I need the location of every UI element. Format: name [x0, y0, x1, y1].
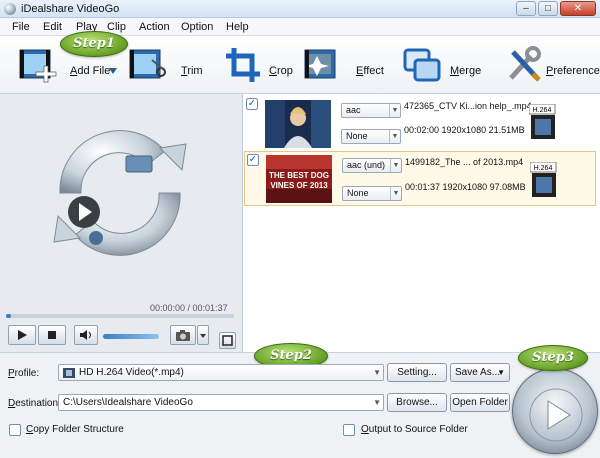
trim-label: Trim [181, 65, 203, 77]
copy-folder-label: Copy Folder Structure [26, 424, 124, 435]
add-file-icon [19, 49, 57, 83]
effect-button[interactable]: Effect [303, 42, 385, 90]
output-source-checkbox[interactable] [343, 424, 355, 436]
close-icon[interactable]: ✕ [560, 1, 596, 16]
chevron-down-icon: ▼ [389, 130, 400, 143]
crop-button[interactable]: Crop [224, 42, 296, 90]
subtitle-select[interactable]: None ▼ [341, 129, 401, 144]
merge-label: Merge [450, 65, 482, 77]
effect-label: Effect [356, 65, 384, 77]
file-name: 1499182_The ... of 2013.mp4 [405, 157, 524, 167]
destination-value: C:\Users\Idealshare VideoGo [63, 397, 193, 408]
save-as-label: Save As... [455, 367, 501, 378]
browse-button[interactable]: Browse... [387, 393, 447, 412]
chevron-down-icon: ▼ [373, 398, 381, 407]
setting-button[interactable]: Setting... [387, 363, 447, 382]
audio-track-value: aac [346, 105, 361, 115]
play-icon [18, 330, 27, 340]
snapshot-dropdown[interactable] [197, 325, 209, 345]
stop-button[interactable] [38, 325, 66, 345]
svg-text:VINES OF 2013: VINES OF 2013 [270, 181, 328, 190]
chevron-down-icon: ▼ [389, 104, 400, 117]
video-thumbnail [265, 100, 331, 148]
save-as-button[interactable]: Save As... ▼ [450, 363, 510, 382]
window-title: iDealshare VideoGo [21, 3, 120, 15]
profile-select[interactable]: HD H.264 Video(*.mp4) ▼ [58, 364, 384, 381]
file-checkbox[interactable]: ✓ [246, 98, 258, 110]
stop-icon [48, 331, 56, 339]
subtitle-value: None [346, 131, 368, 141]
video-thumbnail: THE BEST DOG VINES OF 2013 [266, 155, 332, 203]
svg-text:H.264: H.264 [533, 107, 552, 114]
menu-help[interactable]: Help [226, 21, 249, 33]
destination-label: Destination: [8, 398, 61, 409]
volume-slider[interactable] [103, 334, 159, 339]
chevron-down-icon [200, 334, 206, 338]
merge-button[interactable]: Merge [403, 42, 481, 90]
profile-label: Profile: [8, 368, 40, 379]
step1-badge: Step1 [60, 31, 128, 57]
chevron-down-icon: ▼ [497, 368, 505, 377]
merge-icon [403, 48, 441, 82]
chevron-down-icon: ▼ [390, 187, 401, 200]
play-arrow-icon [529, 388, 583, 442]
open-folder-button[interactable]: Open Folder [450, 393, 510, 412]
file-info: 00:02:00 1920x1080 21.51MB [404, 125, 525, 135]
menu-clip[interactable]: Clip [107, 21, 126, 33]
app-icon [4, 3, 16, 15]
profile-value: HD H.264 Video(*.mp4) [79, 367, 184, 378]
fullscreen-icon [222, 335, 233, 346]
step3-badge: Step3 [518, 345, 588, 371]
trim-button[interactable]: Trim [128, 42, 208, 90]
destination-input[interactable]: C:\Users\Idealshare VideoGo ▼ [58, 394, 384, 411]
file-checkbox[interactable]: ✓ [247, 154, 259, 166]
convert-button[interactable] [512, 368, 598, 454]
subtitle-value: None [347, 188, 369, 198]
film-icon [63, 368, 75, 378]
subtitle-select[interactable]: None ▼ [342, 186, 402, 201]
crop-label: Crop [269, 65, 293, 77]
h264-codec-icon: H.264 [530, 162, 557, 197]
copy-folder-checkbox[interactable] [9, 424, 21, 436]
seek-progress [6, 314, 11, 318]
crop-icon [226, 48, 260, 82]
file-info: 00:01:37 1920x1080 97.08MB [405, 182, 526, 192]
menu-file[interactable]: File [12, 21, 30, 33]
fullscreen-button[interactable] [219, 332, 236, 349]
preference-button[interactable]: Preference [505, 42, 600, 90]
file-name: 472365_CTV Ki...ion help_.mp4 [404, 101, 532, 111]
speaker-icon [80, 330, 91, 340]
svg-text:THE BEST DOG: THE BEST DOG [269, 171, 329, 180]
timecode: 00:00:00 / 00:01:37 [150, 303, 228, 313]
wrench-screwdriver-icon [509, 46, 541, 82]
videogo-logo-icon [53, 130, 187, 256]
effect-icon [304, 49, 336, 79]
maximize-icon[interactable]: □ [538, 1, 558, 16]
camera-icon [176, 330, 190, 341]
file-row[interactable]: ✓ THE BEST DOG VINES OF 2013 aac (und) ▼… [244, 151, 596, 206]
chevron-down-icon: ▼ [373, 368, 381, 377]
trim-icon [129, 49, 166, 79]
svg-text:H.264: H.264 [534, 165, 553, 172]
chevron-down-icon[interactable] [109, 68, 117, 74]
title-bar: iDealshare VideoGo – □ ✕ [0, 0, 600, 18]
minimize-icon[interactable]: – [516, 1, 536, 16]
h264-codec-icon: H.264 [529, 104, 556, 139]
audio-track-select[interactable]: aac ▼ [341, 103, 401, 118]
audio-track-select[interactable]: aac (und) ▼ [342, 158, 402, 173]
menu-edit[interactable]: Edit [43, 21, 62, 33]
preference-label: Preference [546, 65, 600, 77]
menu-action[interactable]: Action [139, 21, 170, 33]
volume-button[interactable] [74, 325, 98, 345]
seek-bar[interactable] [6, 314, 234, 318]
add-file-label: Add File [70, 65, 111, 77]
play-button[interactable] [8, 325, 36, 345]
snapshot-button[interactable] [170, 325, 196, 345]
output-source-label: Output to Source Folder [361, 424, 468, 435]
chevron-down-icon: ▼ [390, 159, 401, 172]
menu-option[interactable]: Option [181, 21, 213, 33]
audio-track-value: aac (und) [347, 160, 386, 170]
file-row[interactable]: ✓ aac ▼ None ▼ 472365_CTV Ki...ion help_… [244, 96, 596, 151]
